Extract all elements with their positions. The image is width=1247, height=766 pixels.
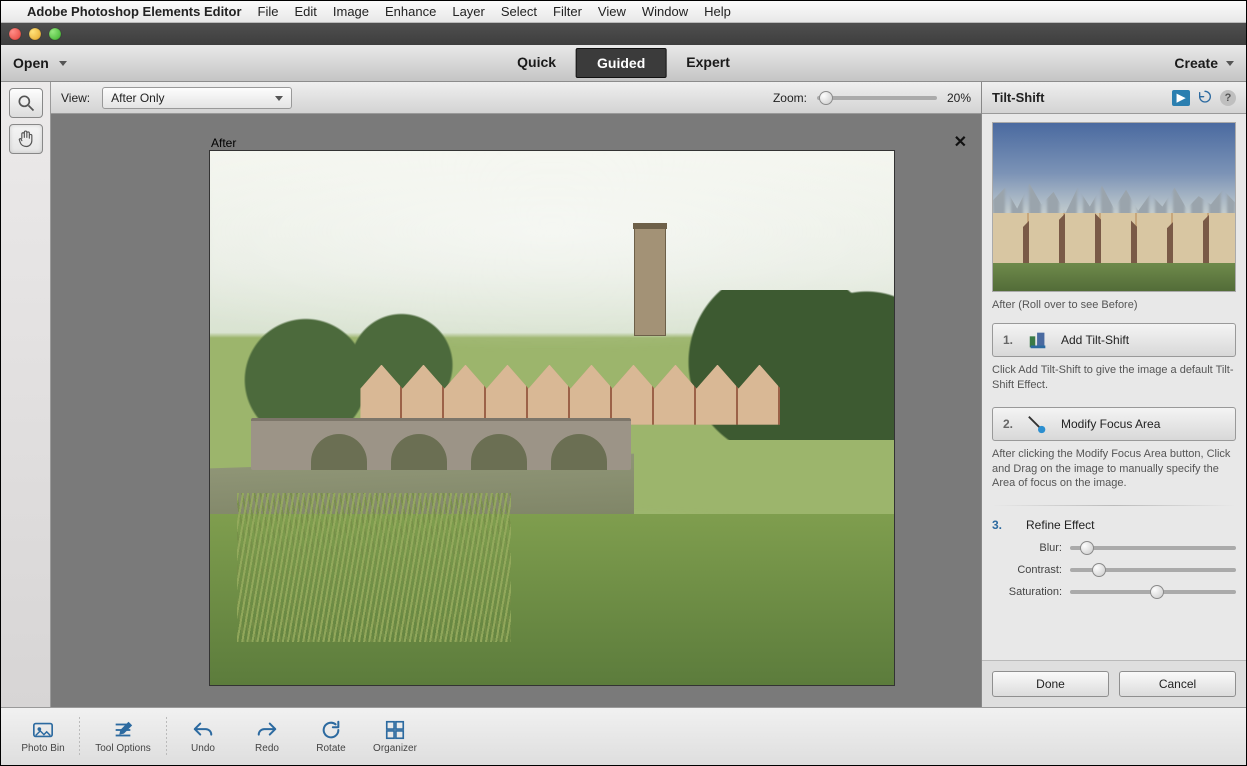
slider-thumb[interactable]: [1092, 563, 1106, 577]
canvas-area: After ✕: [51, 114, 981, 707]
tab-expert[interactable]: Expert: [666, 48, 750, 78]
contrast-slider[interactable]: [1070, 568, 1236, 572]
menu-edit[interactable]: Edit: [294, 4, 316, 19]
slider-thumb[interactable]: [1150, 585, 1164, 599]
buildings-icon: [1027, 329, 1049, 351]
photo-bin-icon: [30, 719, 56, 741]
slider-thumb[interactable]: [819, 91, 833, 105]
divider: [992, 505, 1236, 506]
top-toolbar: Open Quick Guided Expert Create: [1, 45, 1246, 82]
menu-select[interactable]: Select: [501, 4, 537, 19]
view-bar: View: After Only Zoom: 20%: [51, 82, 981, 114]
done-button[interactable]: Done: [992, 671, 1109, 697]
effect-preview[interactable]: [992, 122, 1236, 292]
step-number: 1.: [1003, 333, 1015, 347]
redo-button[interactable]: Redo: [235, 719, 299, 754]
slider-thumb[interactable]: [1080, 541, 1094, 555]
menu-window[interactable]: Window: [642, 4, 688, 19]
tool-options-icon: [110, 719, 136, 741]
cancel-button[interactable]: Cancel: [1119, 671, 1236, 697]
hand-tool-button[interactable]: [9, 124, 43, 154]
window-titlebar: [1, 23, 1246, 45]
add-tilt-shift-button[interactable]: 1. Add Tilt-Shift: [992, 323, 1236, 357]
guided-panel: Tilt-Shift ▶ ? After (Roll over to see B…: [981, 82, 1246, 707]
panel-title: Tilt-Shift: [992, 90, 1044, 105]
focus-icon: [1027, 413, 1049, 435]
zoom-value: 20%: [947, 91, 971, 105]
step1-description: Click Add Tilt-Shift to give the image a…: [992, 363, 1236, 393]
contrast-label: Contrast:: [992, 564, 1062, 576]
bottom-bar: Photo Bin Tool Options Undo Redo Rotate …: [1, 707, 1246, 765]
step-number: 3.: [992, 518, 1002, 532]
menu-view[interactable]: View: [598, 4, 626, 19]
view-dropdown[interactable]: After Only: [102, 87, 292, 109]
zoom-label: Zoom:: [773, 91, 807, 105]
undo-icon: [190, 719, 216, 741]
tab-guided[interactable]: Guided: [576, 48, 666, 78]
zoom-window-icon[interactable]: [49, 28, 61, 40]
step2-description: After clicking the Modify Focus Area but…: [992, 447, 1236, 492]
left-tool-strip: [1, 82, 51, 707]
open-label: Open: [13, 55, 49, 71]
menu-image[interactable]: Image: [333, 4, 369, 19]
app-name[interactable]: Adobe Photoshop Elements Editor: [27, 4, 242, 19]
menu-layer[interactable]: Layer: [452, 4, 485, 19]
chevron-down-icon: [275, 96, 283, 101]
photo-content: [210, 151, 894, 685]
rotate-button[interactable]: Rotate: [299, 719, 363, 754]
undo-button[interactable]: Undo: [171, 719, 235, 754]
blur-label: Blur:: [992, 542, 1062, 554]
reset-icon[interactable]: [1196, 90, 1214, 106]
modify-focus-area-button[interactable]: 2. Modify Focus Area: [992, 407, 1236, 441]
redo-icon: [254, 719, 280, 741]
create-label: Create: [1174, 55, 1218, 71]
organizer-button[interactable]: Organizer: [363, 719, 427, 754]
photo-bin-button[interactable]: Photo Bin: [11, 719, 75, 754]
step-number: 2.: [1003, 417, 1015, 431]
step-label: Modify Focus Area: [1061, 417, 1160, 431]
blur-slider[interactable]: [1070, 546, 1236, 550]
view-label: View:: [61, 91, 90, 105]
zoom-tool-button[interactable]: [9, 88, 43, 118]
zoom-slider[interactable]: [817, 96, 937, 100]
tool-options-button[interactable]: Tool Options: [84, 719, 162, 754]
chevron-down-icon: [59, 61, 67, 66]
saturation-label: Saturation:: [992, 586, 1062, 598]
organizer-icon: [382, 719, 408, 741]
close-icon[interactable]: ✕: [954, 132, 967, 152]
hand-icon: [16, 129, 36, 149]
canvas-title: After: [211, 136, 236, 150]
menu-filter[interactable]: Filter: [553, 4, 582, 19]
rotate-icon: [318, 719, 344, 741]
minimize-window-icon[interactable]: [29, 28, 41, 40]
step-label: Add Tilt-Shift: [1061, 333, 1129, 347]
magnifier-icon: [16, 93, 36, 113]
preview-caption: After (Roll over to see Before): [992, 299, 1236, 311]
refine-effect-heading: 3. Refine Effect: [992, 518, 1236, 532]
tab-quick[interactable]: Quick: [497, 48, 576, 78]
step-label: Refine Effect: [1026, 518, 1094, 532]
create-menu[interactable]: Create: [1174, 55, 1234, 71]
view-dropdown-value: After Only: [111, 91, 164, 105]
mac-menubar: Adobe Photoshop Elements Editor File Edi…: [1, 1, 1246, 23]
canvas-image[interactable]: [209, 150, 895, 686]
help-icon[interactable]: ?: [1220, 90, 1236, 106]
open-menu[interactable]: Open: [13, 55, 67, 71]
play-icon[interactable]: ▶: [1172, 90, 1190, 106]
chevron-down-icon: [1226, 61, 1234, 66]
menu-help[interactable]: Help: [704, 4, 731, 19]
saturation-slider[interactable]: [1070, 590, 1236, 594]
menu-file[interactable]: File: [258, 4, 279, 19]
close-window-icon[interactable]: [9, 28, 21, 40]
menu-enhance[interactable]: Enhance: [385, 4, 436, 19]
